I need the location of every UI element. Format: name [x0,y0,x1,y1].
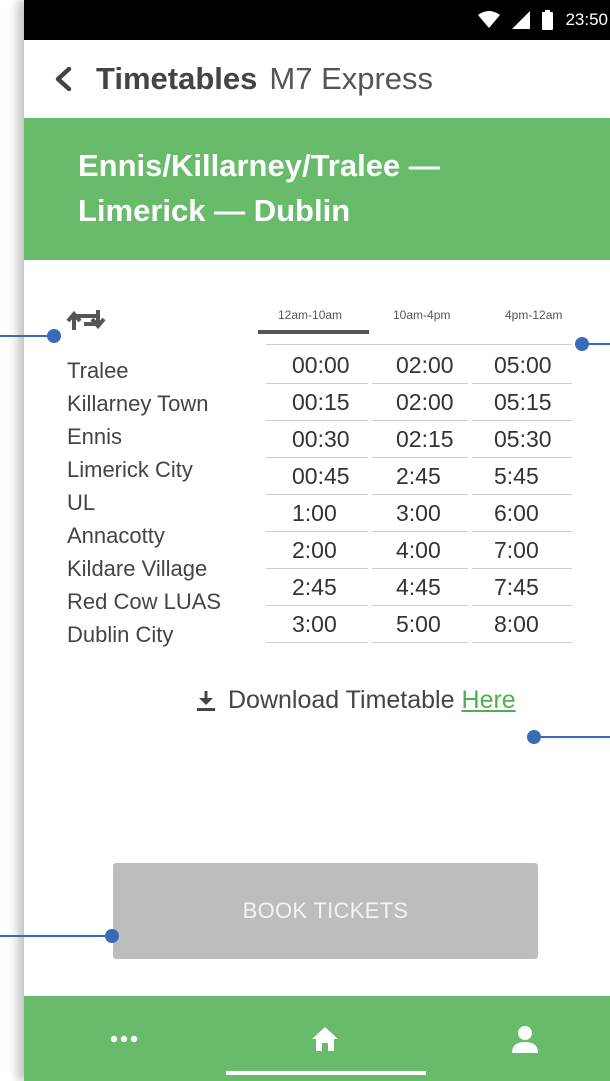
station-name: Killarney Town [67,391,209,416]
time-row-divider [266,457,368,458]
time-cell: 02:00 [396,389,454,415]
time-cell: 2:45 [292,574,337,600]
home-indicator [226,1071,426,1075]
person-icon[interactable] [480,996,570,1081]
time-row-divider [472,568,572,569]
swap-direction-icon[interactable] [64,304,114,336]
annotation-dot [575,337,589,351]
station-name: Tralee [67,358,129,383]
time-cell: 5:45 [494,463,539,489]
time-cell: 2:00 [292,537,337,563]
page-title: Timetables [96,61,258,96]
time-row-divider [472,420,572,421]
station-name: Red Cow LUAS [67,589,222,614]
time-cell: 05:30 [494,426,552,452]
time-row-divider [472,383,572,384]
tab-divider [266,344,572,345]
download-link[interactable]: Here [462,686,516,715]
time-cell: 3:00 [292,611,337,637]
time-row-divider [372,457,468,458]
annotation-line [0,335,50,337]
time-row-divider [472,642,572,643]
station-name: Annacotty [67,523,165,548]
phone-screen: 23:50 Timetables M7 Express Ennis/Killar… [24,0,610,1081]
time-cell: 2:45 [396,463,441,489]
bottom-navigation [24,996,610,1081]
time-row-divider [472,531,572,532]
station-name: UL [67,490,96,515]
time-row-divider [266,531,368,532]
time-row-divider [372,420,468,421]
time-row-divider [472,494,572,495]
time-row-divider [372,383,468,384]
time-row-divider [266,494,368,495]
annotation-line [0,935,110,937]
time-cell: 02:15 [396,426,454,452]
route-banner: Ennis/Killarney/Tralee — Limerick — Dubl… [24,118,610,260]
time-cell: 00:15 [292,389,350,415]
status-bar: 23:50 [24,0,610,40]
time-cell: 00:45 [292,463,350,489]
station-name: Limerick City [67,457,193,482]
time-cell: 7:00 [494,537,539,563]
time-cell: 7:45 [494,574,539,600]
app-header: Timetables M7 Express [24,40,610,118]
time-cell: 00:30 [292,426,350,452]
home-icon[interactable] [280,996,370,1081]
tab-4pm-12am[interactable]: 4pm-12am [505,308,562,322]
time-row-divider [372,531,468,532]
status-time: 23:50 [565,10,608,29]
more-dots-icon[interactable] [79,996,169,1081]
station-name: Dublin City [67,622,174,647]
time-cell: 05:00 [494,352,552,378]
tab-12am-10am[interactable]: 12am-10am [278,308,342,322]
page-subtitle: M7 Express [269,61,434,96]
annotation-line [540,736,610,738]
book-tickets-button[interactable]: BOOK TICKETS [113,863,538,959]
station-name: Kildare Village [67,556,208,581]
time-cell: 4:45 [396,574,441,600]
download-text: Download Timetable [228,686,455,714]
time-cell: 05:15 [494,389,552,415]
time-row-divider [372,494,468,495]
time-cell: 02:00 [396,352,454,378]
station-name: Ennis [67,424,123,449]
download-timetable: Download Timetable Here [196,686,516,715]
time-row-divider [372,568,468,569]
time-row-divider [266,383,368,384]
download-icon[interactable] [196,690,216,712]
time-cell: 8:00 [494,611,539,637]
book-tickets-label: BOOK TICKETS [242,898,409,923]
annotation-dot [527,730,541,744]
tab-10am-4pm[interactable]: 10am-4pm [393,308,450,322]
annotation-dot [105,929,119,943]
time-cell: 00:00 [292,352,350,378]
active-tab-indicator [258,330,369,334]
wifi-icon [478,11,501,28]
annotation-dot [47,329,61,343]
time-row-divider [372,642,468,643]
time-cell: 6:00 [494,500,539,526]
time-row-divider [266,605,368,606]
route-title-line-1: Ennis/Killarney/Tralee — [78,148,440,183]
station-list: Tralee Killarney Town Ennis Limerick Cit… [67,354,221,651]
chevron-left-icon[interactable] [54,65,74,93]
battery-icon [542,10,554,30]
time-row-divider [266,568,368,569]
time-cell: 5:00 [396,611,441,637]
time-row-divider [266,420,368,421]
time-cell: 3:00 [396,500,441,526]
route-title-line-2: Limerick — Dublin [78,193,351,228]
time-cell: 1:00 [292,500,337,526]
time-row-divider [266,642,368,643]
signal-icon [512,11,531,29]
time-row-divider [372,605,468,606]
time-row-divider [472,605,572,606]
time-row-divider [472,457,572,458]
time-cell: 4:00 [396,537,441,563]
